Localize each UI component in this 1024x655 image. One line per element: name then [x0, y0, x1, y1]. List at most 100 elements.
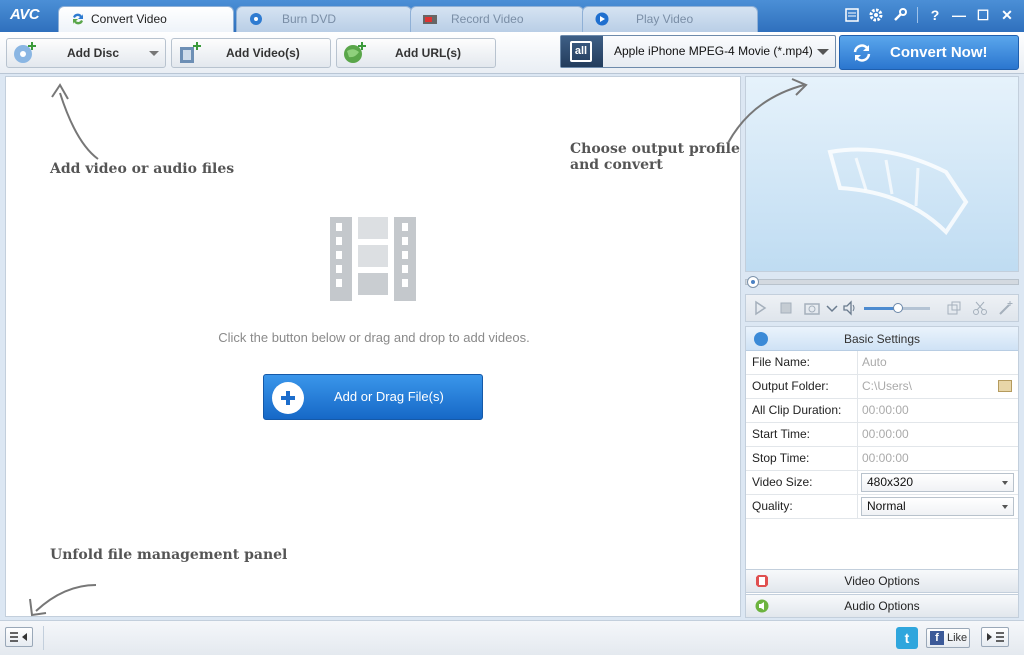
hint-arrow-icon — [727, 78, 808, 144]
chevron-down-icon[interactable] — [1002, 481, 1008, 485]
profile-all-icon: all — [561, 36, 603, 67]
record-icon — [423, 15, 437, 24]
film-strip-icon — [330, 217, 416, 301]
video-options-header[interactable]: Video Options — [745, 569, 1019, 593]
tab-label: Burn DVD — [282, 12, 337, 26]
add-button-label: Add or Drag File(s) — [334, 389, 444, 404]
setting-key: Output Folder: — [752, 375, 858, 398]
facebook-icon: f — [930, 631, 944, 645]
setting-key: All Clip Duration: — [752, 399, 858, 422]
setting-key: File Name: — [752, 351, 858, 374]
add-or-drag-files-button[interactable]: Add or Drag File(s) — [263, 374, 483, 420]
seek-handle[interactable] — [747, 276, 759, 288]
title-bar: AVC Convert Video Burn DVD Record Video … — [0, 0, 1024, 32]
convert-now-button[interactable]: Convert Now! — [839, 35, 1019, 70]
seek-track — [745, 279, 1019, 285]
output-profile-hint: Choose output profile and convert — [570, 141, 740, 173]
skin-icon[interactable] — [843, 6, 861, 24]
setting-value[interactable]: 00:00:00 — [862, 423, 909, 446]
setting-key: Video Size: — [752, 471, 858, 494]
chevron-down-icon[interactable] — [149, 51, 159, 56]
tab-label: Record Video — [451, 12, 524, 26]
output-profile-select[interactable]: all Apple iPhone MPEG-4 Movie (*.mp4) — [560, 35, 836, 68]
unfold-right-panel-button[interactable] — [981, 627, 1009, 647]
file-list-panel[interactable]: Add video or audio files Choose output p… — [5, 76, 741, 617]
drop-message: Click the button below or drag and drop … — [218, 330, 530, 345]
folder-icon[interactable] — [998, 380, 1012, 392]
close-icon[interactable]: ✕ — [998, 6, 1016, 24]
tab-record-video[interactable]: Record Video — [410, 6, 584, 32]
setting-key: Stop Time: — [752, 447, 858, 470]
camera-icon[interactable] — [804, 300, 820, 316]
chevron-down-icon[interactable] — [1002, 505, 1008, 509]
wrench-icon[interactable] — [891, 6, 909, 24]
setting-output-folder[interactable]: Output Folder: C:\Users\ — [746, 375, 1018, 399]
add-url-button[interactable]: Add URL(s) — [336, 38, 496, 68]
video-preview — [727, 76, 1019, 272]
facebook-like-button[interactable]: f Like — [926, 628, 970, 648]
playback-controls — [745, 294, 1019, 322]
setting-value[interactable]: Auto — [862, 351, 887, 374]
unfold-panel-button[interactable] — [5, 627, 33, 647]
settings-header-label: Basic Settings — [843, 332, 921, 346]
magic-wand-icon[interactable] — [998, 300, 1014, 316]
gear-icon[interactable] — [867, 6, 885, 24]
setting-key: Start Time: — [752, 423, 858, 446]
play-icon[interactable] — [752, 300, 768, 316]
add-files-hint: Add video or audio files — [50, 161, 235, 177]
tab-burn-dvd[interactable]: Burn DVD — [236, 6, 412, 32]
add-videos-button[interactable]: Add Video(s) — [171, 38, 331, 68]
add-url-label: Add URL(s) — [395, 46, 461, 60]
play-icon — [595, 12, 609, 26]
seek-slider[interactable] — [745, 276, 1019, 288]
convert-label: Convert Now! — [890, 44, 988, 61]
setting-value[interactable]: C:\Users\ — [862, 375, 912, 398]
volume-icon[interactable] — [842, 300, 858, 316]
convert-icon — [73, 13, 83, 25]
minimize-icon[interactable]: — — [950, 6, 968, 24]
panel-toggle-icon — [987, 632, 1004, 642]
setting-all-clip-duration[interactable]: All Clip Duration: 00:00:00 — [746, 399, 1018, 423]
chevron-down-icon[interactable] — [824, 300, 840, 316]
like-label: Like — [947, 632, 968, 644]
maximize-icon[interactable]: ☐ — [974, 6, 992, 24]
quality-select[interactable]: Normal — [861, 497, 1014, 516]
video-options-label: Video Options — [844, 574, 920, 588]
status-bar — [0, 620, 1024, 655]
hint-arrow-icon — [51, 83, 99, 160]
scissors-icon[interactable] — [972, 300, 988, 316]
add-videos-label: Add Video(s) — [226, 46, 300, 60]
app-logo: AVC — [10, 6, 40, 23]
plus-icon — [272, 382, 304, 414]
chevron-down-icon[interactable] — [817, 49, 829, 55]
help-icon[interactable]: ? — [926, 6, 944, 24]
stop-icon[interactable] — [778, 300, 794, 316]
film-add-icon — [180, 42, 201, 63]
audio-options-header[interactable]: Audio Options — [745, 594, 1019, 618]
setting-key: Quality: — [752, 495, 858, 518]
setting-stop-time[interactable]: Stop Time: 00:00:00 — [746, 447, 1018, 471]
disc-icon — [250, 13, 262, 25]
setting-video-size[interactable]: Video Size: 480x320 — [746, 471, 1018, 495]
setting-start-time[interactable]: Start Time: 00:00:00 — [746, 423, 1018, 447]
setting-value[interactable]: 00:00:00 — [862, 447, 909, 470]
disc-add-icon — [14, 42, 36, 63]
setting-value: 00:00:00 — [862, 403, 909, 417]
tab-play-video[interactable]: Play Video — [582, 6, 758, 32]
video-size-value: 480x320 — [867, 475, 914, 489]
merge-icon[interactable] — [946, 300, 962, 316]
setting-quality[interactable]: Quality: Normal — [746, 495, 1018, 519]
tab-convert-video[interactable]: Convert Video — [58, 6, 234, 32]
setting-file-name[interactable]: File Name: Auto — [746, 351, 1018, 375]
video-size-select[interactable]: 480x320 — [861, 473, 1014, 492]
globe-add-icon — [344, 42, 366, 63]
quality-value: Normal — [867, 499, 906, 513]
basic-settings-header[interactable]: Basic Settings — [746, 327, 1018, 351]
add-disc-label: Add Disc — [67, 46, 120, 60]
profile-icon-text: all — [570, 41, 592, 62]
twitter-icon[interactable]: t — [896, 627, 918, 649]
add-disc-button[interactable]: Add Disc — [6, 38, 166, 68]
unfold-panel-hint: Unfold file management panel — [50, 547, 288, 563]
refresh-icon — [853, 44, 871, 62]
volume-handle[interactable] — [893, 303, 903, 313]
